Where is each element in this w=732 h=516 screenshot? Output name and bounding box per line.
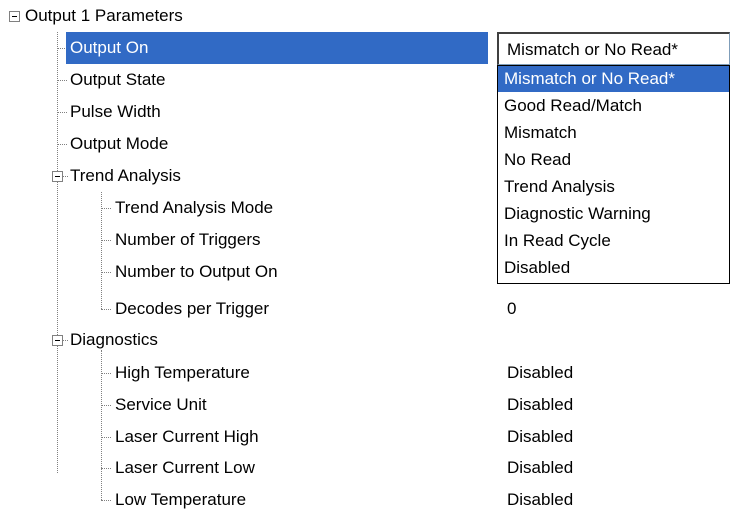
output-on-dropdown-list[interactable]: Mismatch or No Read* Good Read/Match Mis… bbox=[497, 65, 730, 284]
dropdown-option-mismatch-or-no-read[interactable]: Mismatch or No Read* bbox=[498, 66, 729, 92]
tree-branch-line bbox=[63, 340, 68, 341]
output-on-combobox[interactable]: Mismatch or No Read* bbox=[497, 32, 730, 65]
node-label: Diagnostics bbox=[70, 330, 158, 349]
tree-node-number-of-triggers[interactable]: Number of Triggers bbox=[0, 224, 497, 256]
tree-node-diagnostics[interactable]: Diagnostics bbox=[0, 324, 497, 356]
tree-branch-line bbox=[101, 500, 111, 501]
tree-node-laser-current-high[interactable]: Laser Current High Disabled bbox=[0, 421, 732, 453]
tree-branch-line bbox=[101, 405, 111, 406]
node-label: Trend Analysis bbox=[70, 166, 181, 185]
dropdown-option-in-read-cycle[interactable]: In Read Cycle bbox=[498, 228, 729, 254]
tree-node-high-temperature[interactable]: High Temperature Disabled bbox=[0, 357, 732, 389]
tree-node-laser-current-low[interactable]: Laser Current Low Disabled bbox=[0, 452, 732, 484]
collapse-toggle-icon[interactable] bbox=[9, 11, 20, 22]
dropdown-option-disabled[interactable]: Disabled bbox=[498, 255, 729, 281]
property-value[interactable]: Disabled bbox=[507, 357, 573, 389]
tree-branch-line bbox=[57, 144, 67, 145]
dropdown-option-mismatch[interactable]: Mismatch bbox=[498, 120, 729, 146]
tree-node-output-on[interactable]: Output On bbox=[0, 32, 497, 64]
property-value[interactable]: 0 bbox=[507, 293, 516, 325]
tree-node-number-to-output-on[interactable]: Number to Output On bbox=[0, 256, 497, 288]
tree-branch-line bbox=[101, 240, 111, 241]
property-value[interactable]: Disabled bbox=[507, 389, 573, 421]
dropdown-option-good-read-match[interactable]: Good Read/Match bbox=[498, 93, 729, 119]
tree-node-trend-analysis[interactable]: Trend Analysis bbox=[0, 160, 497, 192]
node-label: Number to Output On bbox=[115, 262, 278, 281]
tree-branch-line bbox=[101, 309, 111, 310]
tree-branch-line bbox=[101, 373, 111, 374]
tree-branch-line bbox=[101, 272, 111, 273]
dropdown-option-trend-analysis[interactable]: Trend Analysis bbox=[498, 174, 729, 200]
tree-branch-line bbox=[101, 208, 111, 209]
tree-branch-line bbox=[63, 176, 68, 177]
collapse-toggle-icon[interactable] bbox=[52, 171, 63, 182]
node-label: Laser Current Low bbox=[115, 458, 255, 477]
combobox-value: Mismatch or No Read* bbox=[507, 40, 679, 59]
tree-node-decodes-per-trigger[interactable]: Decodes per Trigger 0 bbox=[0, 293, 732, 325]
node-label: Output State bbox=[70, 70, 166, 89]
tree-node-output-1-parameters[interactable]: Output 1 Parameters bbox=[0, 0, 497, 32]
dropdown-option-diagnostic-warning[interactable]: Diagnostic Warning bbox=[498, 201, 729, 227]
node-label: High Temperature bbox=[115, 363, 250, 382]
dropdown-option-no-read[interactable]: No Read bbox=[498, 147, 729, 173]
tree-node-service-unit[interactable]: Service Unit Disabled bbox=[0, 389, 732, 421]
collapse-toggle-icon[interactable] bbox=[52, 335, 63, 346]
property-value[interactable]: Disabled bbox=[507, 421, 573, 453]
node-label: Pulse Width bbox=[70, 102, 161, 121]
node-label: Laser Current High bbox=[115, 427, 259, 446]
node-label: Decodes per Trigger bbox=[115, 299, 270, 318]
node-label: Trend Analysis Mode bbox=[115, 198, 274, 217]
node-label: Output Mode bbox=[70, 134, 169, 153]
tree-branch-line bbox=[101, 437, 111, 438]
node-label: Number of Triggers bbox=[115, 230, 261, 249]
node-label: Low Temperature bbox=[115, 490, 247, 509]
property-value[interactable]: Disabled bbox=[507, 452, 573, 484]
node-label: Output On bbox=[66, 32, 488, 64]
tree-branch-line bbox=[57, 112, 67, 113]
tree-node-low-temperature[interactable]: Low Temperature Disabled bbox=[0, 484, 732, 516]
tree-node-output-mode[interactable]: Output Mode bbox=[0, 128, 497, 160]
tree-node-output-state[interactable]: Output State bbox=[0, 64, 497, 96]
node-label: Output 1 Parameters bbox=[25, 6, 183, 25]
tree-node-pulse-width[interactable]: Pulse Width bbox=[0, 96, 497, 128]
tree-branch-line bbox=[101, 468, 111, 469]
tree-branch-line bbox=[57, 80, 67, 81]
node-label: Service Unit bbox=[115, 395, 207, 414]
property-value[interactable]: Disabled bbox=[507, 484, 573, 516]
tree-node-trend-analysis-mode[interactable]: Trend Analysis Mode bbox=[0, 192, 497, 224]
